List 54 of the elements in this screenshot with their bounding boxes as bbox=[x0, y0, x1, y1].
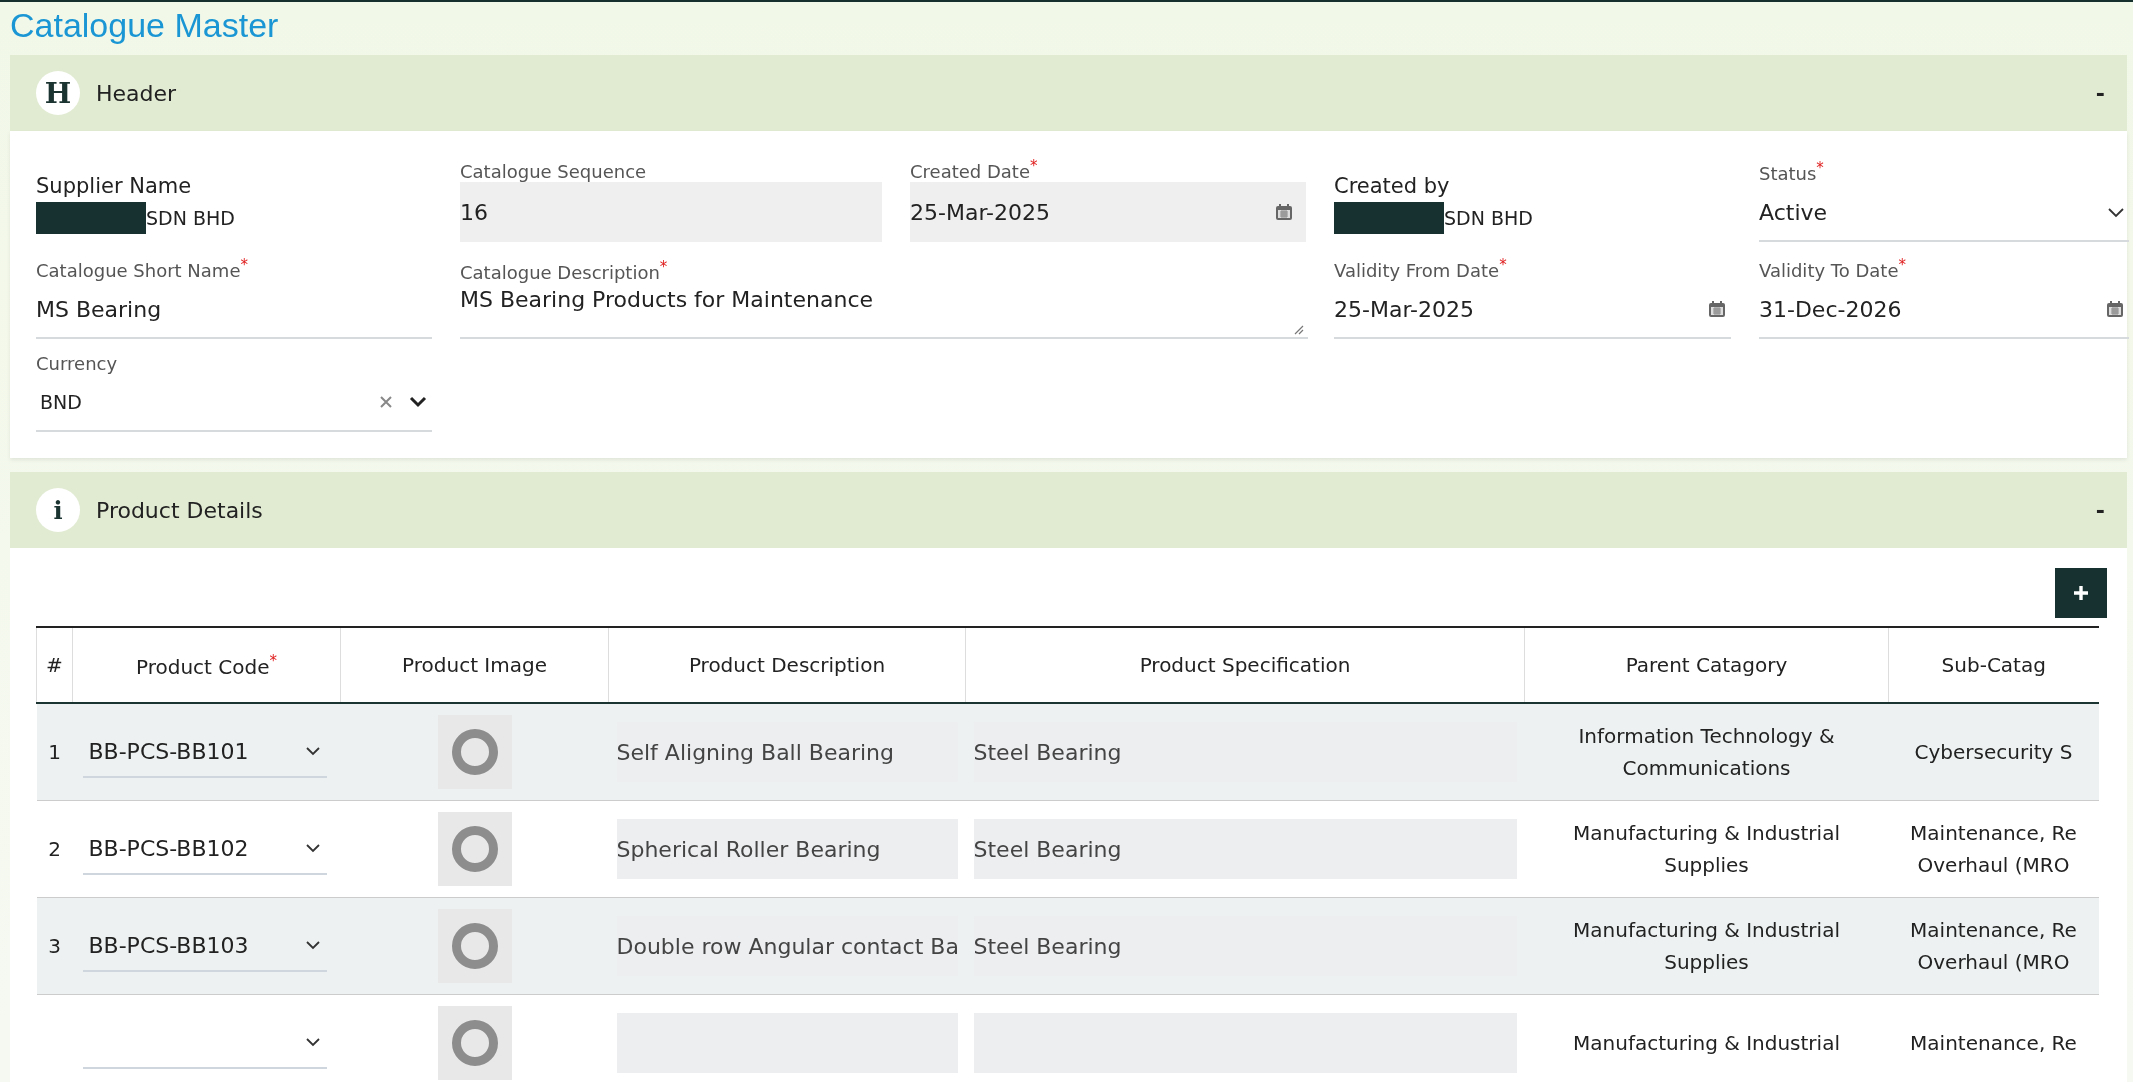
field-label: Created Date$^{*}$ bbox=[910, 157, 1039, 182]
section-icon: H bbox=[36, 71, 80, 115]
row-number: 3 bbox=[48, 934, 61, 958]
date-field[interactable]: 31-Dec-2026 bbox=[1759, 281, 2129, 339]
currency-select[interactable]: BND bbox=[36, 374, 432, 432]
chevron-down-icon bbox=[2107, 206, 2125, 218]
section-header-bar[interactable]: i Product Details - bbox=[10, 472, 2127, 548]
chevron-down-icon bbox=[304, 940, 321, 950]
description-field: Spherical Roller Bearing bbox=[616, 819, 958, 879]
resize-grip-icon[interactable] bbox=[1292, 323, 1304, 335]
table-cell-text: Cybersecurity S bbox=[1914, 739, 2073, 766]
chevron-down-icon[interactable] bbox=[408, 395, 428, 409]
chevron-down-icon bbox=[304, 1037, 321, 1047]
calendar-icon[interactable] bbox=[1707, 299, 1727, 319]
field-label: Currency bbox=[36, 353, 119, 374]
row-number: 1 bbox=[48, 740, 61, 764]
field-label: Catalogue Sequence bbox=[460, 161, 648, 182]
input-field[interactable]: MS Bearing bbox=[36, 281, 432, 339]
status-select[interactable]: Active bbox=[1759, 184, 2129, 242]
chevron-down-icon bbox=[304, 746, 321, 756]
field-label: Catalogue Short Name$^{*}$ bbox=[36, 256, 249, 281]
field-label: Catalogue Description$^{*}$ bbox=[460, 258, 669, 283]
add-row-button[interactable] bbox=[2055, 568, 2107, 618]
date-field[interactable]: 25-Mar-2025 bbox=[1334, 281, 1731, 339]
section-header-bar[interactable]: H Header - bbox=[10, 55, 2127, 131]
row-number: 2 bbox=[48, 837, 61, 861]
field-value: SDN BHD bbox=[146, 207, 235, 229]
column-header: Product Specification bbox=[965, 627, 1525, 703]
description-textarea[interactable]: MS Bearing Products for Maintenance bbox=[460, 283, 1308, 339]
collapse-toggle[interactable]: - bbox=[2095, 80, 2105, 106]
calendar-icon[interactable] bbox=[2105, 299, 2125, 319]
field-label: Status$^{*}$ bbox=[1759, 159, 1825, 184]
section-title: Header bbox=[96, 80, 177, 106]
table-cell-text: Information Technology & Communications bbox=[1577, 723, 1836, 782]
specification-field: Steel Bearing bbox=[973, 819, 1517, 879]
page-title: Catalogue Master bbox=[10, 5, 280, 46]
section-title: Product Details bbox=[96, 497, 263, 523]
table-cell-text: Maintenance, Re Overhaul (MRO bbox=[1910, 917, 2077, 976]
field-value: SDN BHD bbox=[1444, 207, 1533, 229]
table-cell-text: Manufacturing & Industrial Supplies bbox=[1572, 820, 1841, 879]
field-label: Supplier Name bbox=[36, 174, 193, 198]
field-label: Validity To Date$^{*}$ bbox=[1759, 256, 1907, 281]
chevron-down-icon bbox=[304, 843, 321, 853]
product-code-select[interactable]: BB-PCS-BB102 bbox=[82, 823, 327, 875]
field-label: Created by bbox=[1334, 174, 1451, 198]
clear-icon[interactable] bbox=[378, 394, 394, 410]
table-cell-text: Maintenance, Re Overhaul (MRO bbox=[1910, 820, 2077, 879]
plus-icon bbox=[2072, 584, 2090, 602]
table-cell-text: Manufacturing & Industrial Supplies bbox=[1572, 917, 1841, 976]
table-cell-text: Manufacturing & Industrial bbox=[1573, 1030, 1840, 1057]
collapse-toggle[interactable]: - bbox=[2095, 497, 2105, 523]
table-cell-text: Maintenance, Re bbox=[1910, 1030, 2077, 1057]
field-label: Validity From Date$^{*}$ bbox=[1334, 256, 1508, 281]
section-icon: i bbox=[36, 488, 80, 532]
